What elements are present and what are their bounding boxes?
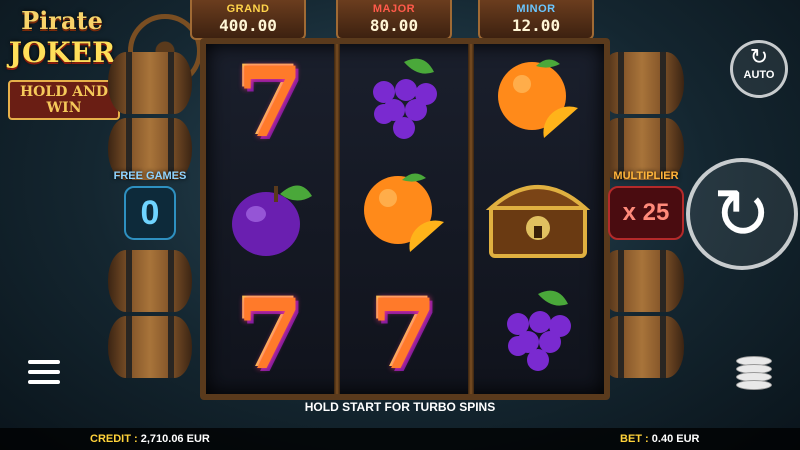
free-games-label: FREE GAMES xyxy=(113,170,187,182)
jackpot-label: MAJOR xyxy=(372,3,416,15)
turbo-spin-hint: HOLD START FOR TURBO SPINS xyxy=(304,400,496,414)
treasure-chest-icon xyxy=(482,162,594,270)
free-games-value: 0 xyxy=(124,186,176,240)
credit-label: CREDIT : xyxy=(90,433,138,445)
jackpot-major: MAJOR 80.00 xyxy=(336,0,452,40)
bet-display: BET : 0.40 EUR xyxy=(620,433,700,445)
game-logo: Pirate JOKER HOLD AND WIN xyxy=(2,2,122,120)
menu-button[interactable] xyxy=(22,350,66,394)
credit-value: 2,710.06 EUR xyxy=(140,433,210,445)
free-games-counter: FREE GAMES 0 xyxy=(104,170,196,246)
status-bar: CREDIT : 2,710.06 EUR BET : 0.40 EUR xyxy=(0,428,800,450)
seven-symbol: 7 xyxy=(236,277,304,391)
hamburger-bar xyxy=(28,370,60,374)
auto-label: AUTO xyxy=(743,69,775,81)
orange-icon xyxy=(482,48,594,156)
bet-coins-button[interactable] xyxy=(730,350,782,394)
jackpot-grand: GRAND 400.00 xyxy=(190,0,306,40)
jackpot-value: 80.00 xyxy=(369,16,419,35)
jackpot-value: 12.00 xyxy=(511,16,561,35)
multiplier-value: x 25 xyxy=(608,186,684,240)
reel-2: 7 xyxy=(340,44,468,394)
reel-3 xyxy=(474,44,602,394)
orange-icon xyxy=(348,162,460,270)
reel-1: 7 7 xyxy=(206,44,334,394)
barrel-decoration xyxy=(108,52,192,114)
multiplier-display: MULTIPLIER x 25 xyxy=(604,170,688,246)
barrel-decoration xyxy=(108,316,192,378)
coin-icon xyxy=(736,380,772,390)
grapes-icon xyxy=(482,280,594,388)
plum-icon xyxy=(214,162,326,270)
hamburger-bar xyxy=(28,380,60,384)
barrel-decoration xyxy=(108,250,192,312)
spin-button[interactable]: ↻ xyxy=(686,158,798,270)
rotate-arrow-icon: ↻ xyxy=(749,44,769,69)
barrel-decoration xyxy=(600,250,684,312)
bet-value: 0.40 EUR xyxy=(651,433,700,445)
seven-symbol: 7 xyxy=(236,45,304,159)
jackpot-label: MINOR xyxy=(516,3,556,15)
multiplier-label: MULTIPLIER xyxy=(613,170,679,182)
spin-arrow-icon: ↻ xyxy=(712,175,772,253)
barrel-decoration xyxy=(600,52,684,114)
bet-label: BET : xyxy=(620,433,649,445)
jackpot-minor: MINOR 12.00 xyxy=(478,0,594,40)
auto-button[interactable]: ↻ AUTO xyxy=(730,40,788,98)
reels-area: 7 7 7 xyxy=(200,38,610,400)
jackpot-label: GRAND xyxy=(226,3,270,15)
grapes-icon xyxy=(348,48,460,156)
seven-symbol: 7 xyxy=(370,277,438,391)
logo-subtitle: HOLD AND WIN xyxy=(8,80,120,120)
hamburger-bar xyxy=(28,360,60,364)
logo-title-line1: Pirate xyxy=(21,6,103,35)
logo-title-line2: JOKER xyxy=(8,36,116,69)
credit-display: CREDIT : 2,710.06 EUR xyxy=(90,433,210,445)
jackpot-value: 400.00 xyxy=(219,16,277,35)
barrel-decoration xyxy=(600,316,684,378)
